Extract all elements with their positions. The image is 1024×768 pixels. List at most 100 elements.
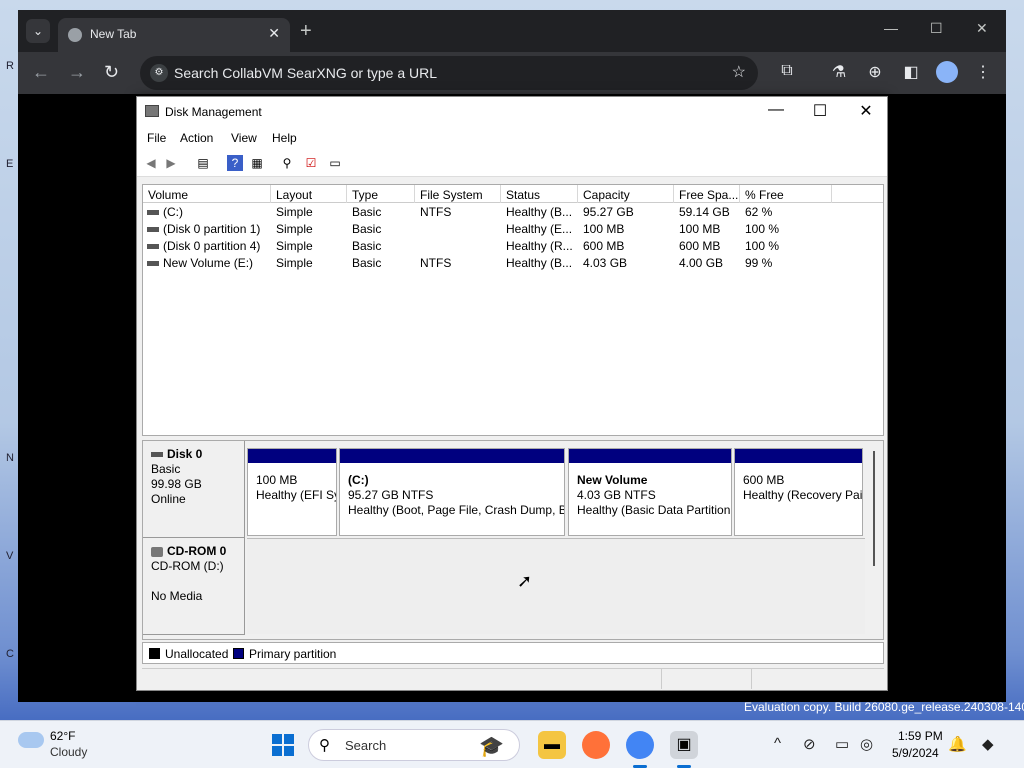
more-menu-icon[interactable]: ⋮ [972, 62, 994, 82]
display-icon[interactable]: ▭ [835, 735, 849, 753]
connect-icon[interactable]: ⚲ [279, 155, 295, 171]
notification-bell-icon[interactable]: 🔔 [948, 735, 967, 753]
maximize-icon[interactable]: ☐ [930, 20, 943, 37]
download-icon[interactable]: ⊕ [864, 62, 886, 82]
forward-arrow-icon[interactable]: ▶ [163, 155, 179, 171]
table-cell: NTFS [420, 256, 452, 270]
partition-efi[interactable]: 100 MB Healthy (EFI Sy [247, 448, 337, 536]
column-capacity[interactable]: Capacity [578, 185, 674, 203]
status-bar [142, 668, 884, 689]
column-layout[interactable]: Layout [271, 185, 347, 203]
table-row[interactable]: (Disk 0 partition 1) Simple Basic Healthy (… [143, 221, 883, 238]
start-button[interactable] [272, 734, 294, 756]
vertical-scrollbar[interactable] [873, 451, 875, 566]
disk-0-title: Disk 0 [167, 447, 203, 461]
column-file-system[interactable]: File System [415, 185, 501, 203]
address-bar[interactable]: ⚙ Search CollabVM SearXNG or type a URL … [140, 56, 758, 90]
minimize-button[interactable]: — [763, 101, 789, 119]
table-cell: Healthy (B... [506, 205, 573, 219]
help-icon[interactable]: ? [227, 155, 243, 171]
back-icon[interactable]: ← [32, 62, 50, 83]
partition-status: Healthy (Boot, Page File, Crash Dump, B [348, 503, 564, 517]
partition-new-volume[interactable]: New Volume 4.03 GB NTFS Healthy (Basic D… [568, 448, 732, 536]
taskbar-search-box[interactable]: ⚲ Search 🎓 [308, 729, 520, 761]
window-title-bar[interactable]: Disk Management — ☐ ✕ [137, 97, 887, 127]
legend-unallocated: Unallocated [165, 647, 229, 661]
new-tab-button[interactable]: + [300, 20, 312, 43]
menu-action[interactable]: Action [180, 131, 213, 145]
legend-bar: Unallocated Primary partition [142, 642, 884, 664]
close-tab-button[interactable]: ✕ [268, 25, 280, 42]
labs-flask-icon[interactable]: ⚗ [828, 62, 850, 82]
desktop-icon-label[interactable]: V [6, 550, 16, 564]
table-cell: Simple [276, 239, 313, 253]
forward-icon[interactable]: → [68, 62, 86, 83]
network-icon[interactable]: ⊘ [803, 735, 816, 753]
clock-date[interactable]: 5/9/2024 [892, 746, 939, 760]
volume-drive-icon [147, 227, 159, 232]
menu-help[interactable]: Help [272, 131, 297, 145]
graduation-cap-icon: 🎓 [479, 736, 504, 758]
disk-management-window: Disk Management — ☐ ✕ File Action View H… [136, 96, 888, 691]
table-cell: 4.00 GB [679, 256, 724, 270]
table-row[interactable]: New Volume (E:) Simple Basic NTFS Healthy (B… [143, 255, 883, 272]
table-cell: Simple [276, 222, 313, 236]
close-button[interactable]: ✕ [853, 101, 879, 121]
table-row[interactable]: (C:) Simple Basic NTFS Healthy (B... 95.27 GB… [143, 204, 883, 221]
column-status[interactable]: Status [501, 185, 578, 203]
partition-size: 95.27 GB NTFS [348, 488, 434, 502]
menu-view[interactable]: View [231, 131, 257, 145]
site-info-icon[interactable]: ⚙ [150, 64, 168, 82]
partition-recovery[interactable]: 600 MB Healthy (Recovery Pai [734, 448, 863, 536]
reload-icon[interactable]: ↻ [104, 62, 119, 83]
desktop-icon-label[interactable]: E [6, 158, 16, 172]
file-explorer-icon[interactable]: ▬ [538, 731, 566, 759]
weather-condition[interactable]: Cloudy [50, 745, 87, 759]
cdrom-0-label[interactable]: CD-ROM 0 CD-ROM (D:) No Media [143, 538, 245, 635]
volume-list-header: Volume Layout Type File System Status Ca… [143, 185, 883, 203]
profile-avatar[interactable] [936, 61, 958, 83]
show-hide-console-icon[interactable]: ▤ [195, 155, 211, 171]
desktop-icon-label[interactable]: N [6, 452, 16, 466]
table-cell: Basic [352, 222, 382, 236]
column-percent-free[interactable]: % Free [740, 185, 832, 203]
back-arrow-icon[interactable]: ◀ [143, 155, 159, 171]
chrome-icon[interactable] [626, 731, 654, 759]
maximize-button[interactable]: ☐ [807, 101, 833, 121]
tab-search-button[interactable]: ⌄ [26, 19, 50, 43]
partition-status: Healthy (EFI Sy [256, 488, 336, 502]
column-volume[interactable]: Volume [143, 185, 271, 203]
copilot-icon[interactable]: ◆ [982, 735, 994, 753]
side-panel-icon[interactable]: ◧ [900, 62, 922, 82]
properties-icon[interactable]: ▦ [249, 155, 265, 171]
firefox-icon[interactable] [582, 731, 610, 759]
desktop-icon-label[interactable]: C [6, 648, 16, 662]
weather-temperature[interactable]: 62°F [50, 729, 75, 743]
table-cell: (C:) [163, 205, 183, 219]
partition-c[interactable]: (C:) 95.27 GB NTFS Healthy (Boot, Page F… [339, 448, 565, 536]
minimize-icon[interactable]: — [884, 20, 898, 36]
partition-size: 600 MB [743, 473, 785, 487]
cloud-icon[interactable] [18, 732, 44, 748]
bookmark-star-icon[interactable]: ☆ [732, 62, 746, 82]
close-icon[interactable]: ✕ [976, 20, 988, 37]
desktop-icon-label[interactable]: R [6, 60, 16, 74]
clock-time[interactable]: 1:59 PM [898, 729, 943, 743]
tab-new-tab[interactable]: New Tab ✕ [58, 18, 290, 52]
table-cell: New Volume (E:) [163, 256, 254, 270]
volume-icon[interactable]: ◎ [860, 735, 873, 753]
menu-file[interactable]: File [147, 131, 166, 145]
table-row[interactable]: (Disk 0 partition 4) Simple Basic Healthy (… [143, 238, 883, 255]
chevron-up-icon[interactable]: ^ [774, 735, 781, 752]
disk-management-taskbar-icon[interactable]: ▣ [670, 731, 698, 759]
volume-drive-icon [147, 210, 159, 215]
column-free-space[interactable]: Free Spa... [674, 185, 740, 203]
disk-0-label[interactable]: Disk 0 Basic 99.98 GB Online [143, 441, 245, 538]
check-icon[interactable]: ☑ [303, 155, 319, 171]
partition-size: 4.03 GB NTFS [577, 488, 656, 502]
cdrom-0-area[interactable] [247, 538, 865, 634]
disk-layout-pane: Disk 0 Basic 99.98 GB Online 100 MB Heal… [142, 440, 884, 640]
list-view-icon[interactable]: ▭ [327, 155, 343, 171]
column-type[interactable]: Type [347, 185, 415, 203]
extensions-icon[interactable]: ⧉ [776, 62, 798, 80]
